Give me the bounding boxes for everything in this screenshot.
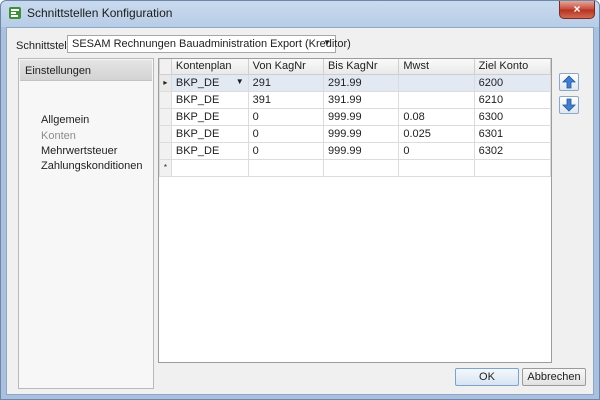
new-row[interactable]: *: [159, 158, 551, 177]
nav-item-mehrwertsteuer[interactable]: Mehrwertsteuer: [41, 145, 117, 157]
move-down-button[interactable]: [559, 96, 579, 114]
window-title: Schnittstellen Konfiguration: [27, 6, 173, 20]
cell-bis-kagnr[interactable]: 999.99: [322, 107, 400, 126]
new-cell-von-kagnr[interactable]: [247, 158, 324, 177]
cell-bis-kagnr[interactable]: 291.99: [322, 73, 400, 92]
arrow-down-icon: [562, 98, 576, 112]
row-indicator: [159, 90, 172, 109]
cell-ziel-konto[interactable]: 6210: [473, 90, 551, 109]
app-icon: [9, 7, 21, 19]
row-indicator: [159, 141, 172, 160]
schnittstelle-value: SESAM Rechnungen Bauadministration Expor…: [72, 38, 351, 50]
cell-von-kagnr[interactable]: 0: [247, 107, 324, 126]
move-up-button[interactable]: [559, 73, 579, 91]
cell-mwst[interactable]: [398, 90, 475, 109]
table-row[interactable]: ▸ BKP_DE ▼ 291 291.99 6200: [159, 73, 551, 92]
cell-kontenplan[interactable]: BKP_DE: [170, 124, 249, 143]
column-header-von-kagnr[interactable]: Von KagNr: [247, 59, 324, 75]
konten-grid[interactable]: Kontenplan Von KagNr Bis KagNr Mwst Ziel…: [158, 58, 552, 363]
row-indicator: [159, 107, 172, 126]
nav-item-allgemein[interactable]: Allgemein: [41, 114, 89, 126]
settings-panel: Einstellungen Allgemein Konten Mehrwerts…: [18, 58, 154, 389]
cell-mwst[interactable]: [398, 73, 475, 92]
cell-mwst[interactable]: 0.025: [398, 124, 475, 143]
chevron-down-icon: ▼: [323, 38, 331, 47]
row-indicator-header: [159, 59, 172, 75]
cell-kontenplan[interactable]: BKP_DE ▼: [170, 73, 249, 92]
new-cell-bis-kagnr[interactable]: [322, 158, 400, 177]
cell-bis-kagnr[interactable]: 999.99: [322, 141, 400, 160]
close-icon: ×: [573, 2, 581, 16]
table-row[interactable]: BKP_DE 391 391.99 6210: [159, 90, 551, 109]
ok-button[interactable]: OK: [455, 368, 519, 386]
settings-header: Einstellungen: [20, 60, 152, 81]
column-header-kontenplan[interactable]: Kontenplan: [170, 59, 249, 75]
new-cell-kontenplan[interactable]: [170, 158, 249, 177]
table-row[interactable]: BKP_DE 0 999.99 0.025 6301: [159, 124, 551, 143]
konten-table: Kontenplan Von KagNr Bis KagNr Mwst Ziel…: [159, 59, 551, 177]
nav-item-konten[interactable]: Konten: [41, 130, 76, 142]
cell-von-kagnr[interactable]: 0: [247, 124, 324, 143]
cell-bis-kagnr[interactable]: 999.99: [322, 124, 400, 143]
cell-mwst[interactable]: 0.08: [398, 107, 475, 126]
cell-ziel-konto[interactable]: 6302: [473, 141, 551, 160]
cell-ziel-konto[interactable]: 6200: [473, 73, 551, 92]
cell-von-kagnr[interactable]: 0: [247, 141, 324, 160]
arrow-up-icon: [562, 75, 576, 89]
focused-row-icon: ▸: [163, 78, 168, 87]
row-indicator: [159, 124, 172, 143]
cancel-button[interactable]: Abbrechen: [522, 368, 586, 386]
dialog-window: Schnittstellen Konfiguration × Schnittst…: [0, 0, 600, 400]
row-indicator: ▸: [159, 73, 172, 92]
title-bar[interactable]: Schnittstellen Konfiguration ×: [1, 1, 599, 25]
chevron-down-icon[interactable]: ▼: [236, 77, 244, 86]
cell-kontenplan[interactable]: BKP_DE: [170, 90, 249, 109]
new-row-icon: *: [159, 158, 172, 177]
grid-header-row: Kontenplan Von KagNr Bis KagNr Mwst Ziel…: [159, 59, 551, 75]
close-button[interactable]: ×: [559, 1, 595, 19]
dialog-body: Schnittstelle SESAM Rechnungen Bauadmini…: [6, 27, 594, 395]
column-header-ziel-konto[interactable]: Ziel Konto: [473, 59, 551, 75]
column-header-mwst[interactable]: Mwst: [398, 59, 475, 75]
table-row[interactable]: BKP_DE 0 999.99 0 6302: [159, 141, 551, 160]
cell-von-kagnr[interactable]: 391: [247, 90, 324, 109]
cell-mwst[interactable]: 0: [398, 141, 475, 160]
new-cell-mwst[interactable]: [398, 158, 475, 177]
cell-ziel-konto[interactable]: 6301: [473, 124, 551, 143]
cell-ziel-konto[interactable]: 6300: [473, 107, 551, 126]
cell-kontenplan[interactable]: BKP_DE: [170, 107, 249, 126]
column-header-bis-kagnr[interactable]: Bis KagNr: [322, 59, 400, 75]
schnittstelle-dropdown[interactable]: SESAM Rechnungen Bauadministration Expor…: [67, 35, 351, 53]
cell-von-kagnr[interactable]: 291: [247, 73, 324, 92]
new-cell-ziel-konto[interactable]: [473, 158, 551, 177]
kontenplan-value: BKP_DE: [175, 76, 220, 89]
cell-bis-kagnr[interactable]: 391.99: [322, 90, 400, 109]
table-row[interactable]: BKP_DE 0 999.99 0.08 6300: [159, 107, 551, 126]
cell-kontenplan[interactable]: BKP_DE: [170, 141, 249, 160]
nav-item-zahlungskonditionen[interactable]: Zahlungskonditionen: [41, 160, 143, 172]
